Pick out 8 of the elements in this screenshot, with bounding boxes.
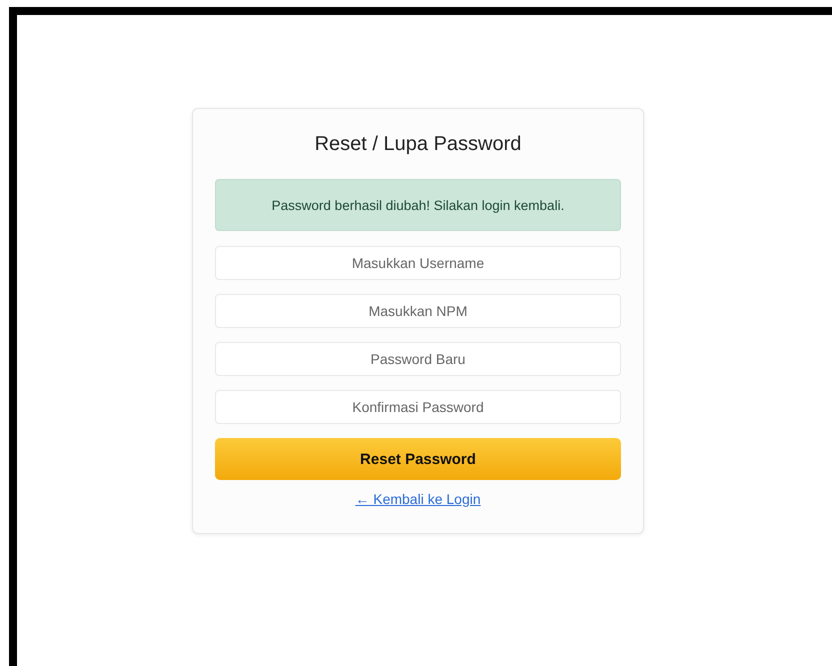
- input-field[interactable]: Masukkan Username: [215, 246, 621, 280]
- input-field[interactable]: Masukkan NPM: [215, 294, 621, 328]
- input-field[interactable]: Konfirmasi Password: [215, 390, 621, 424]
- success-alert: Password berhasil diubah! Silakan login kembali.: [215, 179, 621, 231]
- form-title: Reset / Lupa Password: [314, 132, 522, 157]
- input-field[interactable]: Password Baru: [215, 342, 621, 376]
- reset-password-button[interactable]: Reset Password: [215, 438, 621, 480]
- back-to-login-link[interactable]: ← Kembali ke Login: [355, 491, 481, 507]
